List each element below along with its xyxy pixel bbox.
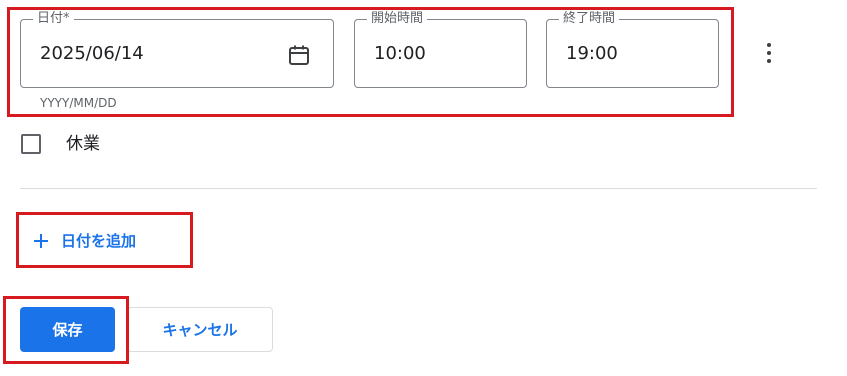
add-date-label: 日付を追加	[61, 232, 137, 250]
plus-icon	[33, 233, 49, 249]
closed-checkbox[interactable]	[21, 134, 41, 154]
cancel-button[interactable]: キャンセル	[127, 307, 273, 352]
date-field-value: 2025/06/14	[40, 43, 144, 64]
add-date-button[interactable]: 日付を追加	[33, 231, 136, 251]
save-button[interactable]: 保存	[20, 307, 115, 352]
end-time-value: 19:00	[566, 43, 618, 64]
date-field-label: 日付*	[33, 11, 74, 27]
start-time-value: 10:00	[374, 43, 426, 64]
calendar-icon[interactable]	[287, 43, 311, 67]
start-time-label: 開始時間	[367, 11, 428, 27]
date-format-hint: YYYY/MM/DD	[40, 96, 117, 110]
cancel-button-label: キャンセル	[162, 321, 238, 339]
save-button-label: 保存	[52, 321, 83, 339]
divider	[20, 188, 817, 189]
start-time-field[interactable]: 開始時間 10:00	[354, 11, 527, 88]
date-field[interactable]: 日付* 2025/06/14	[20, 11, 334, 88]
special-hours-editor: 日付* 2025/06/14 YYYY/MM/DD 開始時間 10:00 終了時…	[0, 0, 847, 376]
closed-checkbox-label: 休業	[66, 134, 100, 154]
more-vert-icon[interactable]	[757, 36, 781, 72]
end-time-field[interactable]: 終了時間 19:00	[546, 11, 719, 88]
end-time-label: 終了時間	[559, 11, 620, 27]
